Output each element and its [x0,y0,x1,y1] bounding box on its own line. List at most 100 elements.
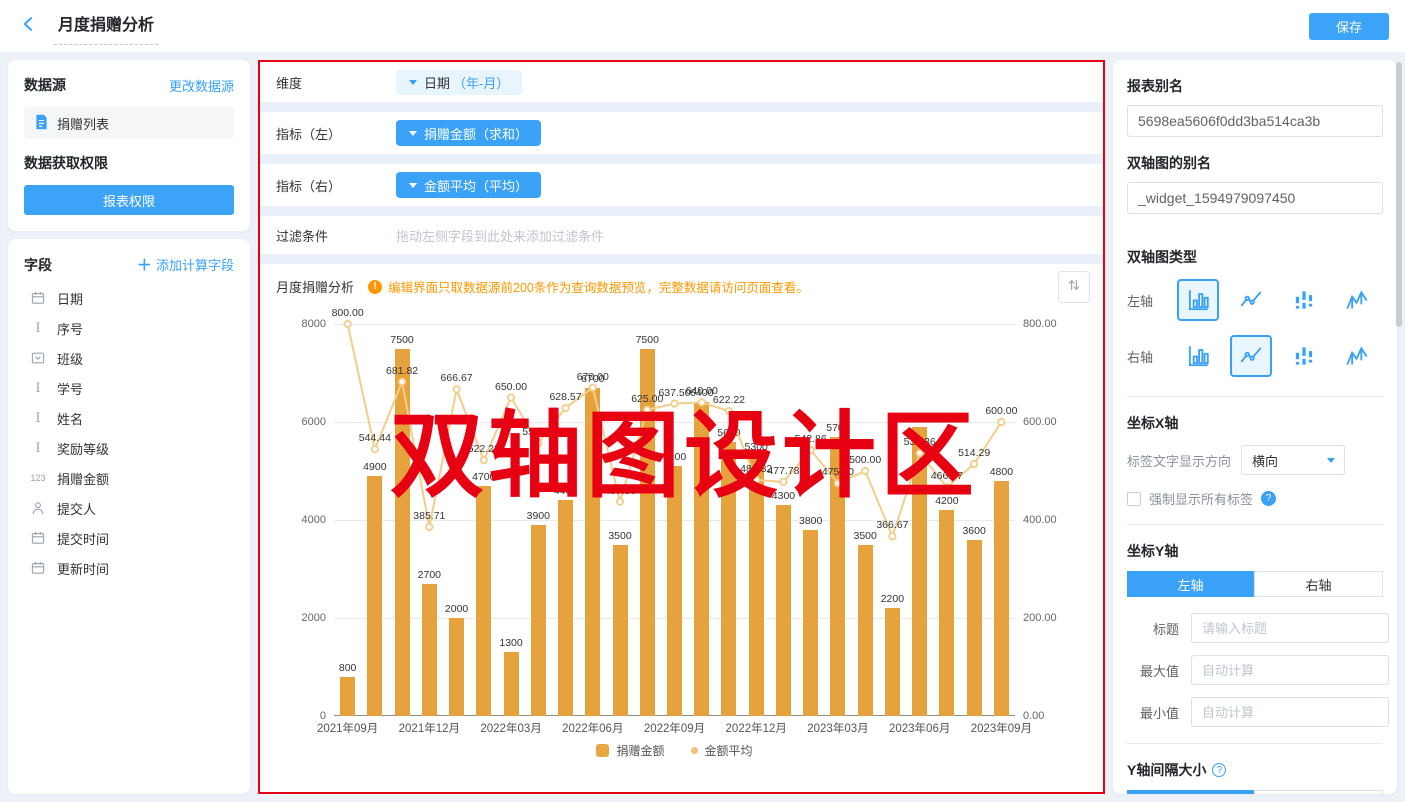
widget-alias-heading: 双轴图的别名 [1127,153,1383,173]
field-item[interactable]: 提交人 [24,493,234,523]
line-chart-icon[interactable] [1224,287,1277,313]
dimension-field-pill[interactable]: 日期 （年-月） [396,70,522,95]
back-chevron-icon [19,14,39,39]
add-calc-field-link[interactable]: ＋ 添加计算字段 [137,254,234,275]
permission-heading: 数据获取权限 [24,153,234,173]
field-item[interactable]: 提交时间 [24,523,234,553]
field-item[interactable]: 班级 [24,343,234,373]
y-axis-side-toggle: 左轴 右轴 [1127,571,1383,597]
x-axis-tick-label: 2022年03月 [465,720,557,736]
filter-label: 过滤条件 [276,226,396,245]
text-icon: I [28,321,48,336]
dual-axis-chart: 00.002000200.004000400.006000600.0080008… [334,324,1015,716]
x-axis-tick-label: 2021年12月 [383,720,475,736]
datasource-heading: 数据源 [24,75,66,95]
x-axis-tick-label: 2021年09月 [302,720,394,736]
field-item[interactable]: I奖励等级 [24,433,234,463]
line-chart-icon[interactable] [1224,335,1277,377]
dimension-row: 维度 日期 （年-月） [260,62,1103,102]
datasource-card: 数据源 更改数据源 捐赠列表 数据获取权限 报表权限 [8,60,250,231]
datasource-item[interactable]: 捐赠列表 [24,107,234,139]
sort-order-button[interactable] [1058,271,1090,303]
document-icon [34,114,49,133]
line-point [835,480,841,486]
y-axis-min-input[interactable] [1191,697,1389,727]
line-point [453,386,459,392]
chart-type-selector: 左轴右轴 [1127,276,1383,380]
widget-alias-input[interactable] [1127,182,1383,214]
report-alias-heading: 报表别名 [1127,76,1383,96]
line-point [481,457,487,463]
y-axis-min-label: 最小值 [1127,703,1179,722]
y-interval-heading: Y轴间隔大小 [1127,760,1206,780]
change-datasource-link[interactable]: 更改数据源 [169,76,234,95]
metric-left-pill[interactable]: 捐赠金额（求和） [396,120,541,146]
help-icon[interactable]: ? [1261,491,1276,506]
average-line-series [334,324,1015,716]
x-axis-tick-label: 2022年09月 [629,720,721,736]
legend-item-line[interactable]: 金额平均 [691,742,753,759]
x-label-direction-select[interactable]: 横向 [1241,445,1345,475]
line-point [644,407,650,413]
field-item[interactable]: I 姓名 [24,403,234,433]
report-alias-input[interactable] [1127,105,1383,137]
y-axis-max-input[interactable] [1191,655,1389,685]
y-interval-right-tab[interactable]: 右轴 [1254,790,1383,794]
y-interval-left-tab[interactable]: 左轴 [1127,790,1254,794]
line-point [344,321,350,327]
calendar-icon [28,560,48,576]
field-item[interactable]: I学号 [24,373,234,403]
preview-notice: ! 编辑界面只取数据源前200条作为查询数据预览，完整数据请访问页面查看。 [368,277,809,296]
line-point [699,399,705,405]
divider [1127,524,1383,525]
line-point [671,400,677,406]
save-button[interactable]: 保存 [1309,13,1389,40]
fields-heading: 字段 [24,255,52,275]
y-axis-max-label: 最大值 [1127,661,1179,680]
stacked-bar-chart-icon[interactable] [1277,287,1330,313]
field-label: 姓名 [57,409,83,428]
help-icon[interactable]: ? [1212,763,1226,777]
back-button[interactable] [16,13,42,39]
field-label: 提交人 [57,499,96,518]
x-axis-tick-label: 2023年09月 [955,720,1047,736]
field-item[interactable]: 日期 [24,283,234,313]
stacked-bar-chart-icon[interactable] [1277,343,1330,369]
y-axis-title-input[interactable] [1191,613,1389,643]
bar-chart-icon[interactable] [1171,279,1224,321]
bar-chart-icon[interactable] [1171,343,1224,369]
report-permission-button[interactable]: 报表权限 [24,185,234,215]
chevron-down-icon [409,131,417,140]
field-item[interactable]: 123捐赠金额 [24,463,234,493]
line-point [780,479,786,485]
y-interval-side-toggle: 左轴 右轴 [1127,790,1383,794]
text-icon: I [28,411,48,426]
axis-type-label: 右轴 [1127,347,1171,366]
area-chart-icon[interactable] [1330,287,1383,313]
force-show-labels-checkbox[interactable] [1127,492,1141,506]
y-axis-left-tab[interactable]: 左轴 [1127,571,1254,597]
metric-right-pill[interactable]: 金额平均（平均） [396,172,541,198]
text-icon: I [28,441,48,456]
number-icon: 123 [28,473,48,483]
fields-card: 字段 ＋ 添加计算字段 日期I序号班级I学号I姓名I奖励等级123捐赠金额提交人… [8,239,250,794]
legend-item-bar[interactable]: 捐赠金额 [596,742,664,759]
x-axis-tick-label: 2023年06月 [874,720,966,736]
line-point [916,450,922,456]
field-item[interactable]: I序号 [24,313,234,343]
field-label: 更新时间 [57,559,109,578]
x-axis-tick-label: 2022年06月 [547,720,639,736]
text-icon: I [28,381,48,396]
area-chart-icon[interactable] [1330,343,1383,369]
scrollbar[interactable] [1396,62,1402,327]
dimension-label: 维度 [276,73,396,92]
field-item[interactable]: 更新时间 [24,553,234,583]
line-point [508,394,514,400]
y-axis-right-tab[interactable]: 右轴 [1254,571,1383,597]
select-icon [28,350,48,366]
chevron-down-icon [1318,454,1344,467]
line-point [944,484,950,490]
settings-panel: 报表别名 双轴图的别名 双轴图类型 左轴右轴 坐标X轴 标签文字显示方向 横向 … [1113,60,1397,794]
filter-row[interactable]: 过滤条件 拖动左侧字段到此处来添加过滤条件 [260,216,1103,254]
line-point [971,461,977,467]
